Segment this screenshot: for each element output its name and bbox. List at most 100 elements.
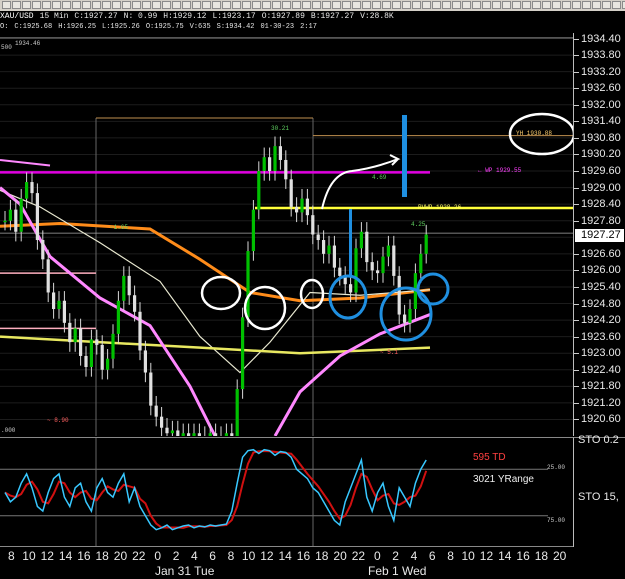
toolbar-button-x[interactable] — [442, 1, 451, 9]
toolbar-button-x[interactable] — [272, 1, 281, 9]
toolbar-button-x[interactable] — [162, 1, 171, 9]
toolbar-button-minimize[interactable] — [2, 1, 11, 9]
toolbar-button-x[interactable] — [612, 1, 621, 9]
toolbar-button-x[interactable] — [492, 1, 501, 9]
toolbar-button-x[interactable] — [372, 1, 381, 9]
price-label: 1926.60 — [581, 247, 621, 260]
toolbar-button-x[interactable] — [82, 1, 91, 9]
price-label: 1933.80 — [581, 49, 621, 62]
info-volume: V:28.8K — [360, 12, 394, 21]
toolbar-button-x[interactable] — [52, 1, 61, 9]
candle-body — [300, 198, 304, 213]
toolbar-button-x[interactable] — [92, 1, 101, 9]
time-tick-label: 16 — [296, 549, 311, 563]
time-tick-label: 14 — [278, 549, 292, 563]
toolbar-button-x[interactable] — [222, 1, 231, 9]
sto-label: STO 15, — [578, 491, 619, 503]
toolbar-button-x[interactable] — [412, 1, 421, 9]
time-tick-label: 18 — [315, 549, 329, 563]
stochastic-axis: STO 0.2 STO 15, — [573, 434, 625, 547]
toolbar-button-x[interactable] — [592, 1, 601, 9]
toolbar-button-x[interactable] — [572, 1, 581, 9]
toolbar-button-x[interactable] — [522, 1, 531, 9]
toolbar-button-x[interactable] — [352, 1, 361, 9]
price-label: 1922.40 — [581, 363, 621, 376]
toolbar-button-x[interactable] — [562, 1, 571, 9]
toolbar-button-x[interactable] — [322, 1, 331, 9]
toolbar-button-close[interactable] — [22, 1, 31, 9]
toolbar-button-x[interactable] — [42, 1, 51, 9]
info-open: O:1927.89 — [261, 12, 305, 21]
toolbar-button-x[interactable] — [342, 1, 351, 9]
toolbar-button-x[interactable] — [432, 1, 441, 9]
price-tick — [574, 204, 579, 206]
candle-body — [62, 300, 66, 323]
toolbar-button-x[interactable] — [182, 1, 191, 9]
toolbar-button-x[interactable] — [252, 1, 261, 9]
toolbar-button-x[interactable] — [482, 1, 491, 9]
candle-body — [354, 248, 358, 293]
candle-body — [338, 267, 342, 276]
toolbar-button-x[interactable] — [332, 1, 341, 9]
toolbar-button-x[interactable] — [362, 1, 371, 9]
price-tick — [574, 253, 579, 255]
price-chart-panel[interactable]: 500 1934.46 .000 30.21 ~ 8.90 ~1.65 YH 1… — [0, 33, 573, 436]
toolbar-button-x[interactable] — [172, 1, 181, 9]
toolbar-button-x[interactable] — [262, 1, 271, 9]
price-label: 1923.00 — [581, 347, 621, 360]
candle-body — [257, 171, 261, 210]
candle-body — [73, 328, 77, 343]
toolbar-button-x[interactable] — [402, 1, 411, 9]
toolbar-button-x[interactable] — [152, 1, 161, 9]
level-25-label: 25.00 — [547, 464, 566, 471]
toolbar-button-x[interactable] — [102, 1, 111, 9]
toolbar-button-x[interactable] — [32, 1, 41, 9]
toolbar-button-x[interactable] — [242, 1, 251, 9]
toolbar-button-x[interactable] — [542, 1, 551, 9]
toolbar-button-x[interactable] — [142, 1, 151, 9]
stochastic-panel[interactable]: 595 TD 3021 YRange 25.00 75.00 — [0, 437, 573, 547]
info-low: L:1923.17 — [212, 12, 256, 21]
toolbar-button-x[interactable] — [512, 1, 521, 9]
toolbar-button-x[interactable] — [132, 1, 141, 9]
toolbar-button-x[interactable] — [122, 1, 131, 9]
toolbar-button-x[interactable] — [192, 1, 201, 9]
toolbar-button-x[interactable] — [282, 1, 291, 9]
toolbar-button-x[interactable] — [462, 1, 471, 9]
toolbar-button-restore[interactable] — [12, 1, 21, 9]
price-tick — [574, 303, 579, 305]
price-axis[interactable]: 1927.27 1934.40 1933.80 1933.20 1932.60 1932… — [573, 33, 625, 436]
price-chart[interactable] — [0, 33, 573, 436]
candle-body — [268, 157, 272, 172]
toolbar-button-x[interactable] — [552, 1, 561, 9]
toolbar-button-x[interactable] — [422, 1, 431, 9]
time-tick-label: 22 — [132, 549, 146, 563]
toolbar-button-x[interactable] — [212, 1, 221, 9]
toolbar-button-x[interactable] — [452, 1, 461, 9]
toolbar-button-x[interactable] — [472, 1, 481, 9]
time-tick-label: 16 — [77, 549, 91, 563]
time-axis[interactable]: 8 10 12 14 16 18 20 22 0 2 4 6 8 10 12 14 16 18 20 22 0 2 4 6 8 1… — [0, 546, 573, 579]
toolbar-button-x[interactable] — [72, 1, 81, 9]
candle-body — [359, 231, 363, 249]
symbol-label: XAU/USD — [0, 12, 34, 21]
range-high-label: 30.21 — [271, 125, 290, 132]
toolbar-button-x[interactable] — [112, 1, 121, 9]
toolbar-button-x[interactable] — [532, 1, 541, 9]
toolbar-button-x[interactable] — [392, 1, 401, 9]
bar-low: L:1925.26 — [102, 23, 140, 31]
toolbar-button-x[interactable] — [602, 1, 611, 9]
price-label: 1928.40 — [581, 198, 621, 211]
toolbar-button-x[interactable] — [582, 1, 591, 9]
price-tick — [574, 369, 579, 371]
toolbar-button-x[interactable] — [382, 1, 391, 9]
price-info-bar: XAU/USD 15 Min C:1927.27 N: 0.99 H:1929.12 L:… — [0, 11, 625, 22]
toolbar-button-x[interactable] — [312, 1, 321, 9]
toolbar-button-x[interactable] — [292, 1, 301, 9]
toolbar-button-x[interactable] — [202, 1, 211, 9]
time-tick-label: 18 — [95, 549, 109, 563]
toolbar-button-x[interactable] — [62, 1, 71, 9]
toolbar-button-x[interactable] — [502, 1, 511, 9]
toolbar-button-x[interactable] — [302, 1, 311, 9]
toolbar-button-x[interactable] — [232, 1, 241, 9]
